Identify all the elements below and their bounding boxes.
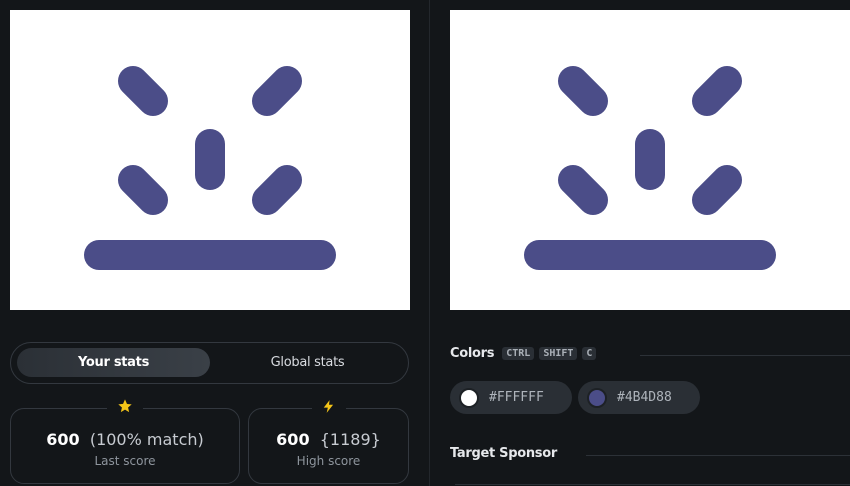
sunrise-target xyxy=(524,66,776,270)
high-score-card: 600 {1189} High score xyxy=(248,398,409,484)
color-swatch-purple[interactable]: #4B4D88 xyxy=(578,381,700,414)
high-score-value: 600 {1189} xyxy=(276,430,381,449)
ray-mid-right xyxy=(252,165,302,215)
colors-rule xyxy=(640,355,850,356)
color-dot xyxy=(587,387,607,408)
ray-top-left xyxy=(558,66,608,116)
target-canvas xyxy=(450,10,850,310)
ray-mid-right xyxy=(692,165,742,215)
colors-title: Colors xyxy=(450,346,495,361)
high-score-label: High score xyxy=(296,454,361,468)
ray-mid-left xyxy=(558,165,608,215)
ray-top-left xyxy=(118,66,168,116)
sunrise-drawing xyxy=(84,66,336,270)
last-score-value: 600 (100% match) xyxy=(46,430,204,449)
last-score-label: Last score xyxy=(94,454,156,468)
shortcut-key-c: C xyxy=(582,347,597,360)
panel-divider xyxy=(429,0,430,486)
ray-mid-left xyxy=(118,165,168,215)
shortcut-key-ctrl: CTRL xyxy=(502,347,535,360)
shortcut-key-shift: SHIFT xyxy=(539,347,578,360)
color-swatch-white[interactable]: #FFFFFF xyxy=(450,381,572,414)
sponsor-rule xyxy=(586,455,850,456)
color-hex-label: #4B4D88 xyxy=(617,390,672,405)
color-dot xyxy=(459,387,479,408)
colors-header: Colors CTRL SHIFT C xyxy=(450,346,597,361)
last-score-card: 600 (100% match) Last score xyxy=(10,398,240,484)
ray-top-right xyxy=(252,66,302,116)
sponsor-header: Target Sponsor xyxy=(450,446,557,461)
player-canvas[interactable] xyxy=(10,10,410,310)
sponsor-title: Target Sponsor xyxy=(450,446,557,461)
global-stats-tab[interactable]: Global stats xyxy=(211,348,404,377)
stats-toggle: Your stats Global stats xyxy=(10,342,409,384)
lightning-icon xyxy=(311,398,346,419)
your-stats-tab[interactable]: Your stats xyxy=(17,348,210,377)
sponsor-content-edge xyxy=(455,484,850,485)
star-icon xyxy=(107,398,143,418)
ray-top-right xyxy=(692,66,742,116)
color-hex-label: #FFFFFF xyxy=(489,390,544,405)
